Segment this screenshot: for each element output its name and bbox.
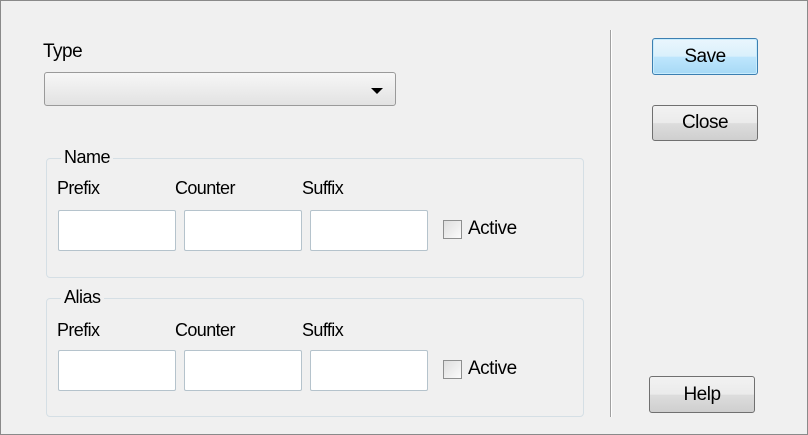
- name-active-checkbox[interactable]: [443, 220, 462, 239]
- name-active-label[interactable]: Active: [468, 218, 517, 240]
- name-counter-input[interactable]: [184, 210, 302, 251]
- name-suffix-input[interactable]: [310, 210, 428, 251]
- alias-suffix-label: Suffix: [302, 320, 344, 340]
- type-dropdown[interactable]: [44, 72, 396, 106]
- name-group-title: Name: [61, 147, 114, 168]
- dialog-window: Type Name Prefix Counter Suffix Active A…: [0, 0, 808, 435]
- save-button[interactable]: Save: [652, 38, 758, 75]
- alias-groupbox: Alias Prefix Counter Suffix Active: [46, 287, 584, 417]
- name-groupbox: Name Prefix Counter Suffix Active: [46, 147, 584, 278]
- alias-counter-label: Counter: [175, 320, 235, 340]
- type-label: Type: [43, 41, 83, 62]
- name-suffix-label: Suffix: [302, 178, 344, 198]
- close-button[interactable]: Close: [652, 105, 758, 141]
- alias-active-label[interactable]: Active: [468, 358, 517, 380]
- alias-group-title: Alias: [61, 287, 104, 308]
- vertical-separator: [610, 30, 612, 417]
- alias-counter-input[interactable]: [184, 350, 302, 391]
- chevron-down-icon[interactable]: [371, 88, 383, 94]
- alias-prefix-input[interactable]: [58, 350, 176, 391]
- alias-prefix-label: Prefix: [57, 320, 100, 340]
- name-prefix-input[interactable]: [58, 210, 176, 251]
- alias-active-checkbox[interactable]: [443, 360, 462, 379]
- alias-suffix-input[interactable]: [310, 350, 428, 391]
- name-counter-label: Counter: [175, 178, 235, 198]
- help-button[interactable]: Help: [649, 376, 755, 413]
- name-prefix-label: Prefix: [57, 178, 100, 198]
